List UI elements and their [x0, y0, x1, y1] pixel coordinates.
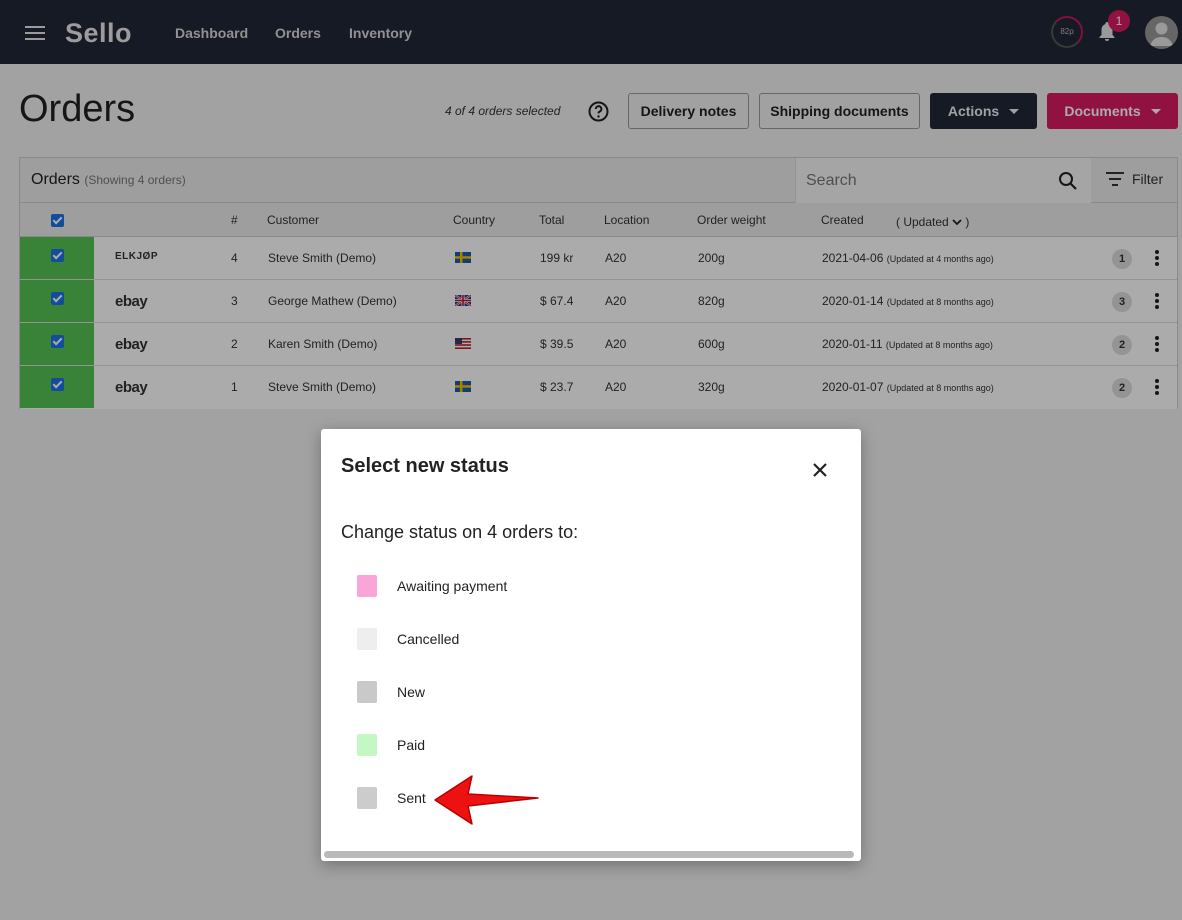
status-color-swatch — [357, 628, 377, 650]
status-color-swatch — [357, 681, 377, 703]
select-status-dialog: Select new status Change status on 4 ord… — [321, 429, 861, 861]
status-option-label: Cancelled — [397, 631, 460, 647]
status-option-sent[interactable]: Sent — [357, 786, 426, 810]
status-color-swatch — [357, 734, 377, 756]
status-option-awaiting-payment[interactable]: Awaiting payment — [357, 574, 507, 598]
close-icon[interactable] — [812, 462, 828, 478]
dialog-title: Select new status — [341, 455, 509, 477]
horizontal-scrollbar[interactable] — [324, 851, 854, 858]
status-option-cancelled[interactable]: Cancelled — [357, 627, 459, 651]
status-option-label: Awaiting payment — [397, 578, 508, 594]
dialog-subtitle: Change status on 4 orders to: — [341, 522, 579, 542]
red-arrow-annotation — [434, 775, 539, 825]
status-option-label: New — [397, 684, 426, 700]
status-option-new[interactable]: New — [357, 680, 425, 704]
status-option-paid[interactable]: Paid — [357, 733, 425, 757]
status-color-swatch — [357, 575, 377, 597]
status-color-swatch — [357, 787, 377, 809]
status-option-label: Sent — [397, 790, 426, 806]
status-option-label: Paid — [397, 737, 426, 753]
